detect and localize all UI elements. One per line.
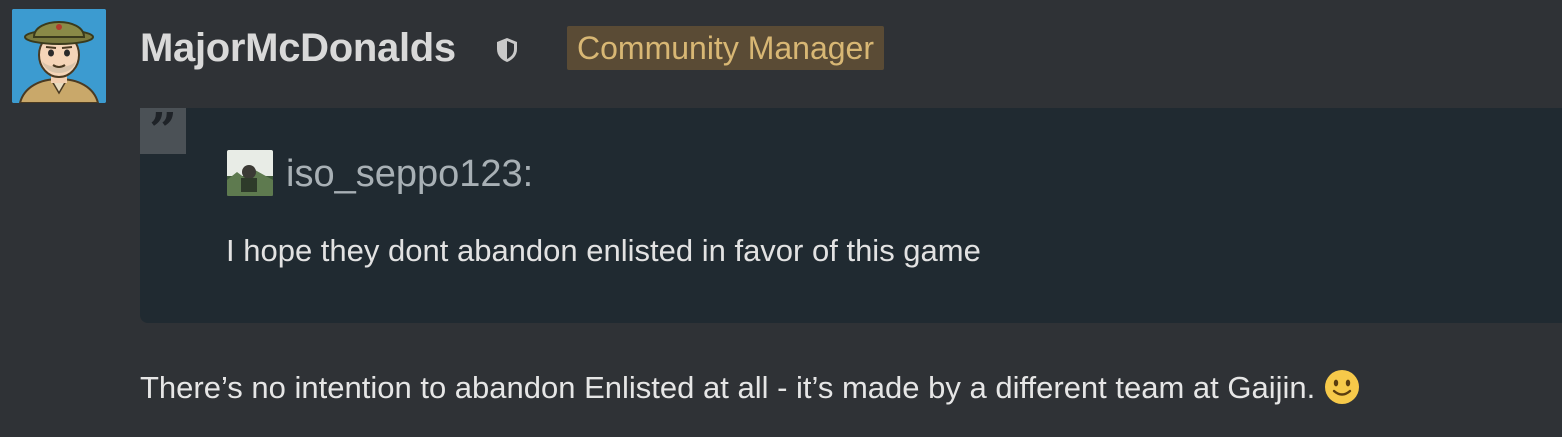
quote-icon[interactable]: ” [140, 107, 186, 155]
quote-block: ” iso_seppo123: I hope they dont abandon… [140, 107, 1562, 323]
slightly-smiling-face-icon [1325, 370, 1360, 404]
quoted-user-avatar[interactable] [227, 150, 273, 196]
soldier-avatar-image [12, 9, 106, 103]
quoted-user-avatar-image [227, 150, 273, 196]
shield-icon [497, 38, 517, 62]
quoted-text: I hope they dont abandon enlisted in fav… [226, 233, 981, 268]
role-badge: Community Manager [567, 26, 884, 70]
username[interactable]: MajorMcDonalds [140, 26, 456, 71]
post-body-text: There’s no intention to abandon Enlisted… [140, 370, 1316, 405]
post-body: There’s no intention to abandon Enlisted… [140, 368, 1361, 406]
user-avatar[interactable] [12, 9, 106, 103]
quoted-username[interactable]: iso_seppo123: [286, 153, 533, 196]
